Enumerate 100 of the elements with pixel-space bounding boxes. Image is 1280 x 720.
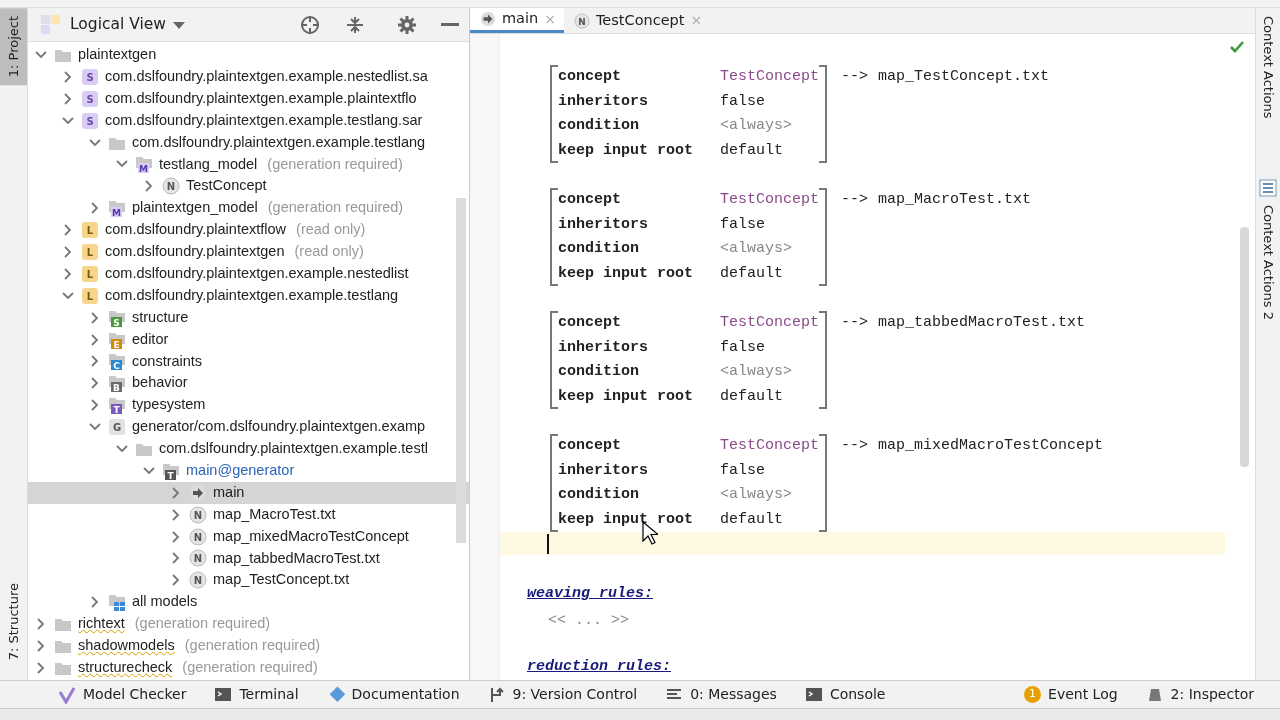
tree-item-label[interactable]: com.dslfoundry.plaintextgen.example.testlang xyxy=(105,284,399,307)
field-value[interactable]: TestConcept xyxy=(720,434,820,458)
tree-item-note: (read only) xyxy=(296,220,366,240)
language-icon: L xyxy=(81,286,99,305)
field-value[interactable]: TestConcept xyxy=(720,66,820,89)
tree-item-label[interactable]: behavior xyxy=(132,372,188,395)
editor-tab[interactable]: main × xyxy=(470,8,564,33)
field-label: concept xyxy=(558,190,622,210)
terminal-icon xyxy=(804,685,823,704)
tree-item-label[interactable]: structurecheck xyxy=(78,657,173,679)
tree-item-label[interactable]: map_TestConcept.txt xyxy=(213,569,350,592)
field-value[interactable]: <always> xyxy=(720,361,792,384)
field-label: keep input root xyxy=(558,386,695,407)
field-value[interactable]: default xyxy=(720,139,783,163)
tree-item-label[interactable]: com.dslfoundry.plaintextgen xyxy=(105,241,285,263)
solution-icon: S xyxy=(81,67,99,86)
tree-item-label[interactable]: map_mixedMacroTestConcept xyxy=(213,525,409,548)
tree-item-label[interactable]: plaintextgen xyxy=(78,44,157,66)
tree-item-label[interactable]: map_MacroTest.txt xyxy=(213,503,336,526)
tree-item-label[interactable]: typesystem xyxy=(132,394,206,417)
mapping-icon xyxy=(189,483,207,502)
notification-count: 1 xyxy=(1024,686,1042,703)
minimize-icon xyxy=(441,23,459,26)
tree-item-note: (generation required) xyxy=(134,614,271,634)
mapping-arrow: --> xyxy=(841,190,869,210)
tree-item-label[interactable]: richtext xyxy=(78,613,125,635)
tree-item-label[interactable]: generator/com.dslfoundry.plaintextgen.examp xyxy=(132,416,426,438)
field-label: condition xyxy=(558,116,640,137)
tree-item-label[interactable]: main@generator xyxy=(186,460,295,482)
tree-item-label[interactable]: testlang_model xyxy=(159,153,258,176)
scrollbar-thumb[interactable] xyxy=(456,198,466,543)
tool-window-tab[interactable]: 7: Structure xyxy=(0,574,27,668)
solution-icon: S xyxy=(81,111,99,130)
tool-window-tab[interactable]: Context Actions 2 xyxy=(1258,204,1278,320)
field-value[interactable]: default xyxy=(720,508,783,532)
empty-placeholder[interactable]: << ... >> xyxy=(548,609,629,633)
field-value[interactable]: <always> xyxy=(720,238,792,261)
solution-icon: S xyxy=(81,89,99,108)
field-label: inheritors xyxy=(558,214,649,235)
tree-item-label[interactable]: com.dslfoundry.plaintextgen.example.nestedlist xyxy=(105,262,409,285)
tool-window-button[interactable]: 2: Inspector xyxy=(1131,684,1268,705)
tool-window-tab[interactable]: 1: Project xyxy=(0,8,27,86)
field-value[interactable]: default xyxy=(720,385,783,409)
tool-window-tab[interactable]: Context Actions xyxy=(1258,16,1278,119)
mapping-target[interactable]: map_tabbedMacroTest.txt xyxy=(878,312,1086,335)
language-icon: L xyxy=(81,242,99,261)
field-value[interactable]: TestConcept xyxy=(720,312,820,335)
field-label: condition xyxy=(558,485,640,506)
tool-window-button[interactable]: 1 Event Log xyxy=(1010,684,1132,705)
tree-item-label[interactable]: com.dslfoundry.plaintextgen.example.testlang.sar xyxy=(105,109,423,132)
field-label: concept xyxy=(558,435,622,456)
tree-item-label[interactable]: plaintextgen_model xyxy=(132,197,258,220)
generator-icon: G xyxy=(108,418,126,437)
tool-window-button[interactable]: 0: Messages xyxy=(651,684,791,705)
field-label: inheritors xyxy=(558,337,649,358)
field-value[interactable]: <always> xyxy=(720,115,792,138)
field-label: condition xyxy=(558,362,640,383)
field-value[interactable]: <always> xyxy=(720,484,792,507)
field-value[interactable]: false xyxy=(720,213,765,237)
mapping-target[interactable]: map_TestConcept.txt xyxy=(878,66,1050,89)
view-dropdown[interactable]: Logical View xyxy=(70,12,187,37)
tree-item-label[interactable]: structure xyxy=(132,306,189,329)
tree-item-label[interactable]: constraints xyxy=(132,350,203,373)
tree-item-label[interactable]: com.dslfoundry.plaintextflow xyxy=(105,219,287,241)
text-cursor xyxy=(547,533,549,554)
tree-item-label[interactable]: com.dslfoundry.plaintextgen.example.testl xyxy=(159,438,428,460)
tool-window-button[interactable]: Console xyxy=(790,684,900,705)
tree-item-label[interactable]: TestConcept xyxy=(186,175,267,198)
tree-item-label[interactable]: editor xyxy=(132,328,169,351)
collapse-all-icon xyxy=(345,14,365,35)
tool-window-button[interactable]: Model Checker xyxy=(44,684,201,705)
tree-item-label[interactable]: shadowmodels xyxy=(78,635,175,657)
tree-item[interactable]: main xyxy=(28,481,469,504)
section-title: weaving rules: xyxy=(527,584,654,605)
caret-icon xyxy=(172,19,187,30)
field-value[interactable]: false xyxy=(720,90,765,114)
tool-window-button[interactable]: Terminal xyxy=(200,684,313,705)
tool-window-button[interactable]: Documentation xyxy=(312,684,474,705)
node-icon: N xyxy=(189,505,207,524)
checkmark-icon xyxy=(1229,40,1245,54)
field-value[interactable]: false xyxy=(720,336,765,360)
mapping-target[interactable]: map_mixedMacroTestConcept xyxy=(878,434,1104,458)
scrollbar-thumb[interactable] xyxy=(1240,227,1249,467)
field-label: keep input root xyxy=(558,263,695,284)
field-value[interactable]: false xyxy=(720,459,765,483)
field-value[interactable]: TestConcept xyxy=(720,189,820,212)
tool-window-button[interactable]: 9: Version Control xyxy=(473,684,652,705)
language-icon: L xyxy=(81,264,99,283)
field-value[interactable]: default xyxy=(720,262,783,286)
node-icon: N xyxy=(573,12,590,29)
list-icon xyxy=(1259,178,1277,197)
mapping-arrow: --> xyxy=(841,67,869,88)
tree-item-label[interactable]: map_tabbedMacroTest.txt xyxy=(213,547,380,570)
editor-tab[interactable]: N TestConcept × xyxy=(563,8,711,33)
mapping-target[interactable]: map_MacroTest.txt xyxy=(878,189,1032,212)
tree-item-label[interactable]: com.dslfoundry.plaintextgen.example.testlang xyxy=(132,131,426,154)
tree-item-label[interactable]: com.dslfoundry.plaintextgen.example.nestedlist.sa xyxy=(105,65,428,88)
tree-item-note: (generation required) xyxy=(267,154,403,174)
tree-item-label[interactable]: all models xyxy=(132,591,198,614)
tree-item-label[interactable]: com.dslfoundry.plaintextgen.example.plaintextflo xyxy=(105,87,417,110)
